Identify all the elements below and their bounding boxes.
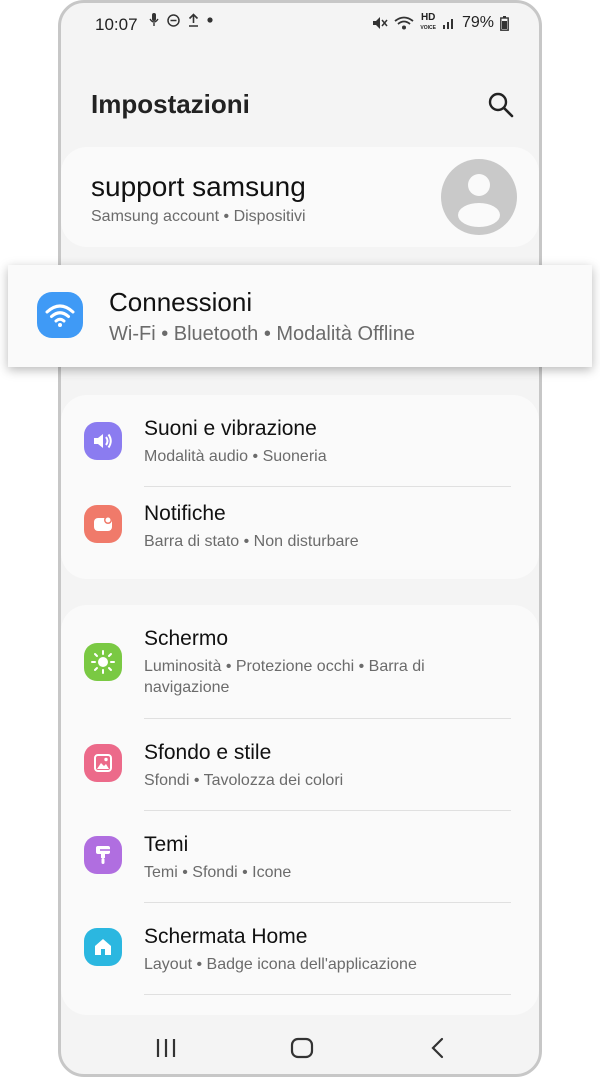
- list-item-themes[interactable]: Temi Temi • Sfondi • Icone: [61, 811, 539, 903]
- account-card[interactable]: support samsung Samsung account • Dispos…: [61, 147, 539, 247]
- account-name: support samsung: [91, 171, 306, 202]
- connections-title: Connessioni: [109, 287, 253, 317]
- back-icon: [431, 1037, 444, 1059]
- hd-label: HD: [420, 12, 436, 23]
- person-icon: [458, 174, 500, 227]
- item-title: Notifiche: [144, 502, 226, 525]
- settings-group-1: Suoni e vibrazione Modalità audio • Suon…: [61, 395, 539, 579]
- item-title: Temi: [144, 833, 189, 856]
- item-subtitle: Sfondi • Tavolozza dei colori: [144, 772, 344, 789]
- list-item-wallpaper[interactable]: Sfondo e stile Sfondi • Tavolozza dei co…: [61, 719, 539, 811]
- upload-icon: [188, 13, 199, 27]
- battery-icon: [500, 15, 509, 31]
- item-subtitle: Layout • Badge icona dell'applicazione: [144, 956, 417, 973]
- mic-icon: [149, 13, 159, 26]
- connections-item-highlighted[interactable]: Connessioni Wi-Fi • Bluetooth • Modalità…: [8, 265, 592, 367]
- navigation-bar: [61, 1013, 539, 1074]
- battery-percent: 79%: [461, 14, 494, 31]
- list-item-home-screen[interactable]: Schermata Home Layout • Badge icona dell…: [61, 903, 539, 995]
- page-title: Impostazioni: [91, 89, 250, 119]
- phone-frame: 10:07 HD VOICE 79% Impostazioni support s…: [58, 0, 542, 1077]
- item-title: Suoni e vibrazione: [144, 417, 317, 440]
- dot-icon: [207, 17, 213, 23]
- status-right-icons: HD VOICE 79%: [372, 13, 509, 33]
- home-button[interactable]: [287, 1033, 317, 1063]
- speaker-icon: [84, 422, 122, 460]
- connections-icon-tile: [37, 292, 83, 338]
- wallpaper-icon: [84, 744, 122, 782]
- account-subtitle: Samsung account • Dispositivi: [91, 208, 306, 225]
- search-button[interactable]: [487, 91, 515, 119]
- connections-subtitle: Wi-Fi • Bluetooth • Modalità Offline: [109, 323, 415, 345]
- item-title: Schermata Home: [144, 925, 308, 948]
- home-button-icon: [290, 1037, 314, 1059]
- brightness-icon: [84, 643, 122, 681]
- item-subtitle: Temi • Sfondi • Icone: [144, 864, 292, 881]
- list-item-display[interactable]: Schermo Luminosità • Protezione occhi • …: [61, 605, 539, 719]
- recents-icon: [156, 1039, 176, 1057]
- notification-icon: [84, 505, 122, 543]
- item-title: Sfondo e stile: [144, 741, 272, 764]
- wifi-icon: [394, 16, 414, 30]
- back-button[interactable]: [423, 1033, 453, 1063]
- item-subtitle: Luminosità • Protezione occhi • Barra di…: [144, 658, 425, 696]
- item-subtitle: Modalità audio • Suoneria: [144, 448, 327, 465]
- avatar[interactable]: [441, 159, 517, 235]
- brush-icon: [84, 836, 122, 874]
- status-bar: 10:07 HD VOICE 79%: [61, 3, 539, 47]
- divider: [144, 994, 511, 995]
- wifi-icon: [45, 304, 75, 327]
- hd-voice-icon: HD VOICE: [420, 13, 436, 33]
- do-not-disturb-icon: [167, 13, 180, 27]
- list-item-notifications[interactable]: Notifiche Barra di stato • Non disturbar…: [61, 487, 539, 579]
- status-left-icons: [149, 13, 213, 27]
- recents-button[interactable]: [151, 1033, 181, 1063]
- status-time: 10:07: [95, 15, 138, 34]
- item-subtitle: Barra di stato • Non disturbare: [144, 533, 359, 550]
- settings-group-2: Schermo Luminosità • Protezione occhi • …: [61, 605, 539, 1015]
- mute-icon: [373, 17, 388, 29]
- voice-label: VOICE: [420, 25, 436, 31]
- list-item-sounds[interactable]: Suoni e vibrazione Modalità audio • Suon…: [61, 395, 539, 487]
- item-title: Schermo: [144, 627, 229, 650]
- search-icon: [488, 92, 514, 118]
- home-icon: [84, 928, 122, 966]
- signal-icon: [442, 19, 453, 29]
